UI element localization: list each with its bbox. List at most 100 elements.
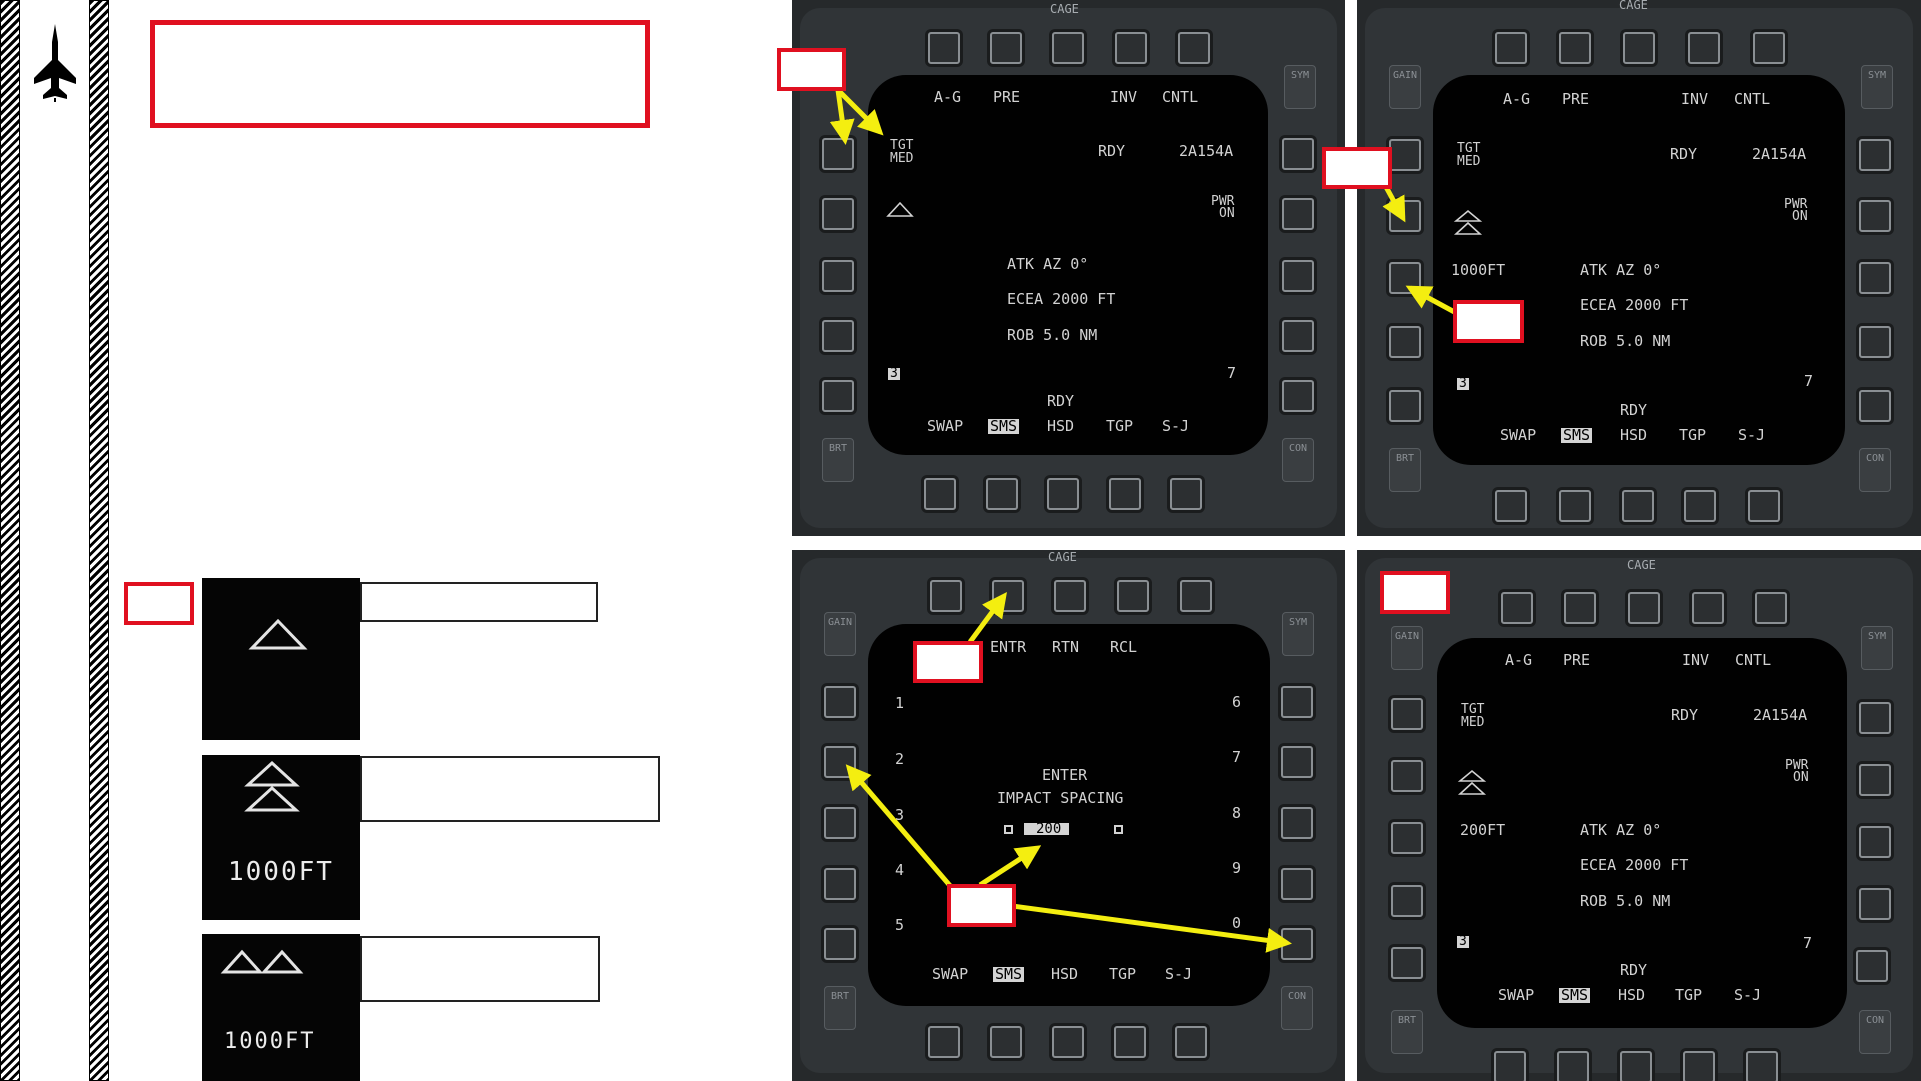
osb-left-2[interactable]: [1389, 200, 1421, 232]
osb-top-1[interactable]: [928, 32, 960, 64]
osb-top-3[interactable]: [1628, 592, 1660, 624]
osb-right-1[interactable]: [1282, 138, 1314, 170]
osb-left-4[interactable]: [1389, 326, 1421, 358]
gain-rocker[interactable]: GAIN: [824, 612, 856, 656]
label-s-j: S-J: [1162, 417, 1190, 435]
brt-rocker[interactable]: BRT: [824, 986, 856, 1030]
osb-top-5[interactable]: [1753, 32, 1785, 64]
osb-top-3[interactable]: [1623, 32, 1655, 64]
osb-bottom-1[interactable]: [1494, 1051, 1526, 1081]
osb-right-5[interactable]: [1856, 950, 1888, 982]
osb-top-5[interactable]: [1178, 32, 1210, 64]
brt-rocker[interactable]: BRT: [822, 438, 854, 482]
osb-left-4[interactable]: [824, 868, 856, 900]
osb-left-3[interactable]: [824, 807, 856, 839]
brt-rocker[interactable]: BRT: [1389, 448, 1421, 492]
osb-right-4[interactable]: [1281, 868, 1313, 900]
osb-top-2[interactable]: [992, 580, 1024, 612]
osb-left-3[interactable]: [822, 260, 854, 292]
osb-top-1[interactable]: [930, 580, 962, 612]
con-rocker[interactable]: CON: [1282, 438, 1314, 482]
osb-top-2[interactable]: [1559, 32, 1591, 64]
con-rocker[interactable]: CON: [1859, 448, 1891, 492]
osb-top-3[interactable]: [1054, 580, 1086, 612]
osb-right-5[interactable]: [1282, 380, 1314, 412]
osb-right-3[interactable]: [1282, 260, 1314, 292]
osb-bottom-2[interactable]: [990, 1026, 1022, 1058]
osb-left-4[interactable]: [822, 320, 854, 352]
osb-right-3[interactable]: [1859, 826, 1891, 858]
osb-left-3[interactable]: [1391, 822, 1423, 854]
osb-top-5[interactable]: [1755, 592, 1787, 624]
osb-left-5[interactable]: [1391, 947, 1423, 979]
osb-bottom-3[interactable]: [1620, 1051, 1652, 1081]
osb-left-1[interactable]: [824, 686, 856, 718]
osb-right-2[interactable]: [1281, 746, 1313, 778]
gain-rocker[interactable]: GAIN: [1389, 65, 1421, 109]
osb-left-3[interactable]: [1389, 262, 1421, 294]
osb-bottom-5[interactable]: [1748, 490, 1780, 522]
osb-bottom-4[interactable]: [1684, 490, 1716, 522]
osb-top-4[interactable]: [1115, 32, 1147, 64]
label-seven: 7: [1227, 364, 1237, 382]
osb-left-2[interactable]: [824, 746, 856, 778]
osb-left-5[interactable]: [822, 380, 854, 412]
con-rocker[interactable]: CON: [1859, 1010, 1891, 1054]
osb-right-2[interactable]: [1282, 198, 1314, 230]
label-id: 2A154A: [1179, 142, 1234, 160]
osb-bottom-4[interactable]: [1683, 1051, 1715, 1081]
osb-right-5[interactable]: [1859, 390, 1891, 422]
sym-rocker[interactable]: SYM: [1282, 612, 1314, 656]
osb-left-1[interactable]: [1391, 698, 1423, 730]
osb-bottom-3[interactable]: [1047, 478, 1079, 510]
osb-right-1[interactable]: [1859, 139, 1891, 171]
osb-left-5[interactable]: [1389, 390, 1421, 422]
osb-bottom-1[interactable]: [1495, 490, 1527, 522]
osb-bottom-3[interactable]: [1622, 490, 1654, 522]
brt-rocker[interactable]: BRT: [1391, 1010, 1423, 1054]
osb-right-1[interactable]: [1859, 702, 1891, 734]
osb-left-4[interactable]: [1391, 885, 1423, 917]
osb-bottom-5[interactable]: [1746, 1051, 1778, 1081]
osb-bottom-5[interactable]: [1170, 478, 1202, 510]
osb-top-1[interactable]: [1501, 592, 1533, 624]
osb-bottom-2[interactable]: [986, 478, 1018, 510]
osb-right-4[interactable]: [1282, 320, 1314, 352]
con-rocker[interactable]: CON: [1281, 986, 1313, 1030]
osb-bottom-1[interactable]: [924, 478, 956, 510]
osb-left-2[interactable]: [1391, 760, 1423, 792]
osb-right-4[interactable]: [1859, 888, 1891, 920]
osb-right-3[interactable]: [1859, 262, 1891, 294]
osb-left-5[interactable]: [824, 928, 856, 960]
gain-rocker[interactable]: GAIN: [1391, 626, 1423, 670]
osb-right-2[interactable]: [1859, 200, 1891, 232]
osb-right-1[interactable]: [1281, 686, 1313, 718]
osb-top-4[interactable]: [1692, 592, 1724, 624]
osb-right-2[interactable]: [1859, 764, 1891, 796]
osb-bottom-2[interactable]: [1559, 490, 1591, 522]
osb-bottom-1[interactable]: [928, 1026, 960, 1058]
osb-left-1[interactable]: [822, 138, 854, 170]
osb-bottom-5[interactable]: [1175, 1026, 1207, 1058]
osb-top-3[interactable]: [1052, 32, 1084, 64]
osb-top-1[interactable]: [1495, 32, 1527, 64]
osb-top-4[interactable]: [1117, 580, 1149, 612]
sym-rocker[interactable]: SYM: [1861, 626, 1893, 670]
osb-left-2[interactable]: [822, 198, 854, 230]
osb-right-5[interactable]: [1281, 928, 1313, 960]
osb-bottom-4[interactable]: [1114, 1026, 1146, 1058]
osb-right-4[interactable]: [1859, 326, 1891, 358]
osb-right-3[interactable]: [1281, 807, 1313, 839]
osb-bottom-4[interactable]: [1109, 478, 1141, 510]
osb-left-1[interactable]: [1389, 139, 1421, 171]
osb-top-4[interactable]: [1688, 32, 1720, 64]
mfd-panel-4: CAGE GAIN SYM BRT CON A-G PRE INV CNTL T…: [1357, 550, 1921, 1081]
sym-rocker[interactable]: SYM: [1861, 65, 1893, 109]
sym-rocker[interactable]: SYM: [1284, 65, 1316, 109]
label-cntl: CNTL: [1162, 88, 1199, 106]
osb-bottom-3[interactable]: [1052, 1026, 1084, 1058]
osb-top-5[interactable]: [1180, 580, 1212, 612]
osb-top-2[interactable]: [1564, 592, 1596, 624]
osb-bottom-2[interactable]: [1557, 1051, 1589, 1081]
osb-top-2[interactable]: [990, 32, 1022, 64]
